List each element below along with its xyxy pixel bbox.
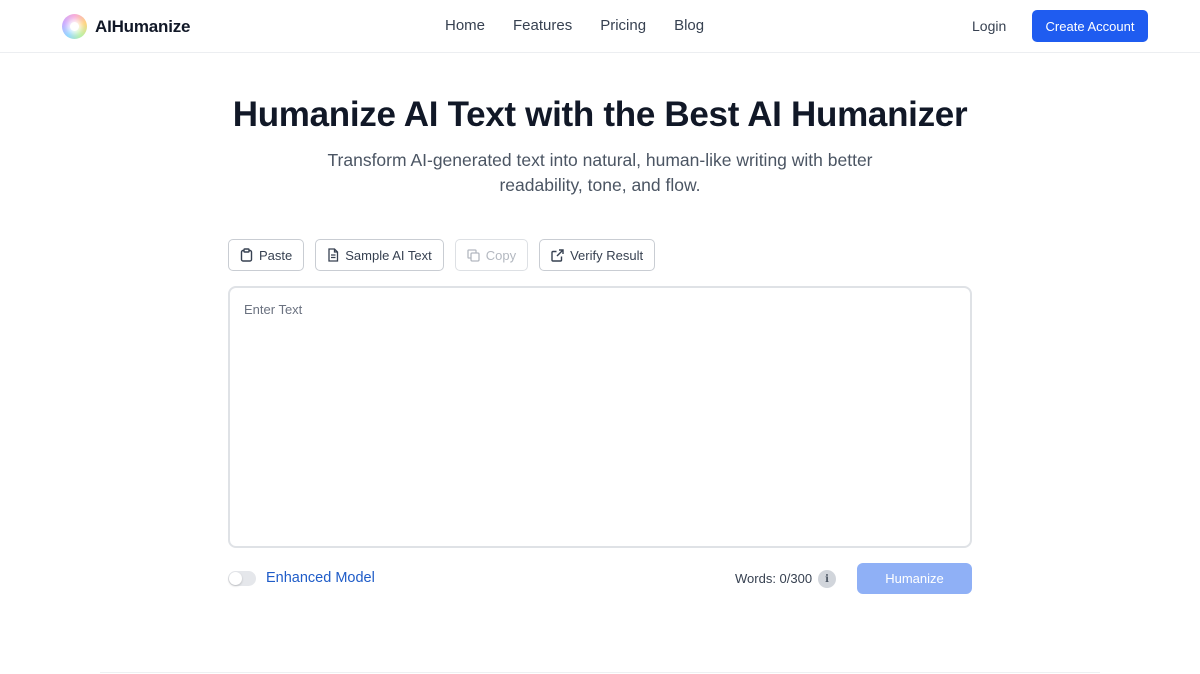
- nav-home[interactable]: Home: [445, 17, 485, 34]
- brand-logo[interactable]: AIHumanize: [62, 14, 191, 39]
- document-icon: [328, 248, 339, 262]
- brand-name: AIHumanize: [95, 16, 191, 36]
- copy-button[interactable]: Copy: [454, 239, 529, 271]
- create-account-button[interactable]: Create Account: [1032, 10, 1148, 42]
- text-editor: [228, 286, 972, 548]
- sample-label: Sample AI Text: [345, 247, 432, 263]
- enhanced-model-label[interactable]: Enhanced Model: [266, 570, 375, 586]
- logo-icon: [62, 14, 87, 39]
- enhanced-model-toggle[interactable]: [228, 571, 256, 586]
- clipboard-icon: [240, 248, 253, 262]
- sample-ai-text-button[interactable]: Sample AI Text: [315, 239, 444, 271]
- external-link-icon: [551, 248, 564, 262]
- verify-label: Verify Result: [570, 247, 644, 263]
- paste-label: Paste: [259, 247, 293, 263]
- humanize-button[interactable]: Humanize: [857, 563, 972, 594]
- section-divider: [100, 672, 1100, 673]
- top-header: AIHumanize Home Features Pricing Blog Lo…: [0, 0, 1200, 53]
- login-link[interactable]: Login: [972, 18, 1006, 34]
- copy-label: Copy: [485, 247, 517, 263]
- nav-features[interactable]: Features: [513, 17, 572, 34]
- editor-footer: Enhanced Model Words: 0/300 i Humanize: [228, 563, 972, 594]
- copy-icon: [467, 248, 480, 262]
- word-count: Words: 0/300: [735, 571, 813, 586]
- info-icon[interactable]: i: [818, 570, 836, 588]
- main-nav: Home Features Pricing Blog: [445, 17, 732, 34]
- page-title: Humanize AI Text with the Best AI Humani…: [232, 95, 968, 134]
- input-textarea[interactable]: [230, 288, 970, 546]
- editor-toolbar: Paste Sample AI Text Copy Verify Result: [228, 239, 666, 271]
- nav-pricing[interactable]: Pricing: [600, 17, 646, 34]
- paste-button[interactable]: Paste: [228, 239, 305, 271]
- page-subtitle: Transform AI-generated text into natural…: [327, 150, 873, 195]
- verify-result-button[interactable]: Verify Result: [539, 239, 656, 271]
- nav-blog[interactable]: Blog: [674, 17, 704, 34]
